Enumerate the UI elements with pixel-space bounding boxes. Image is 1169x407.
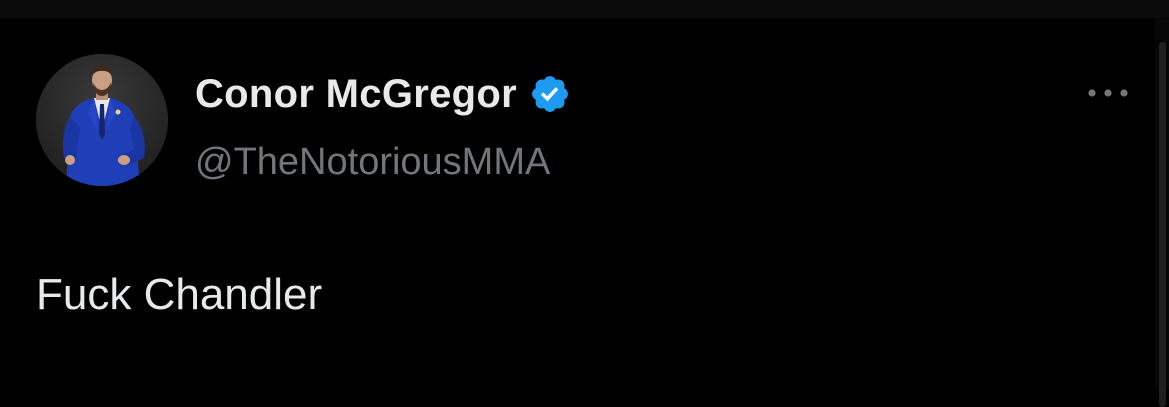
avatar[interactable] <box>36 54 168 186</box>
scrollbar-thumb[interactable] <box>1159 42 1166 407</box>
profile-photo <box>36 54 168 186</box>
author-name-row[interactable]: Conor McGregor <box>195 69 571 119</box>
scrollbar[interactable] <box>1155 18 1169 407</box>
tweet-card[interactable]: Conor McGregor @TheNotoriousMMA Fuck Cha… <box>0 18 1155 389</box>
more-options-button[interactable] <box>1083 78 1133 108</box>
author-display-name[interactable]: Conor McGregor <box>195 72 517 117</box>
top-bar <box>0 0 1169 18</box>
more-options-icon <box>1088 89 1128 97</box>
author-handle[interactable]: @TheNotoriousMMA <box>195 141 550 184</box>
tweet-text: Fuck Chandler <box>36 270 323 319</box>
verified-badge-icon[interactable] <box>529 73 571 115</box>
